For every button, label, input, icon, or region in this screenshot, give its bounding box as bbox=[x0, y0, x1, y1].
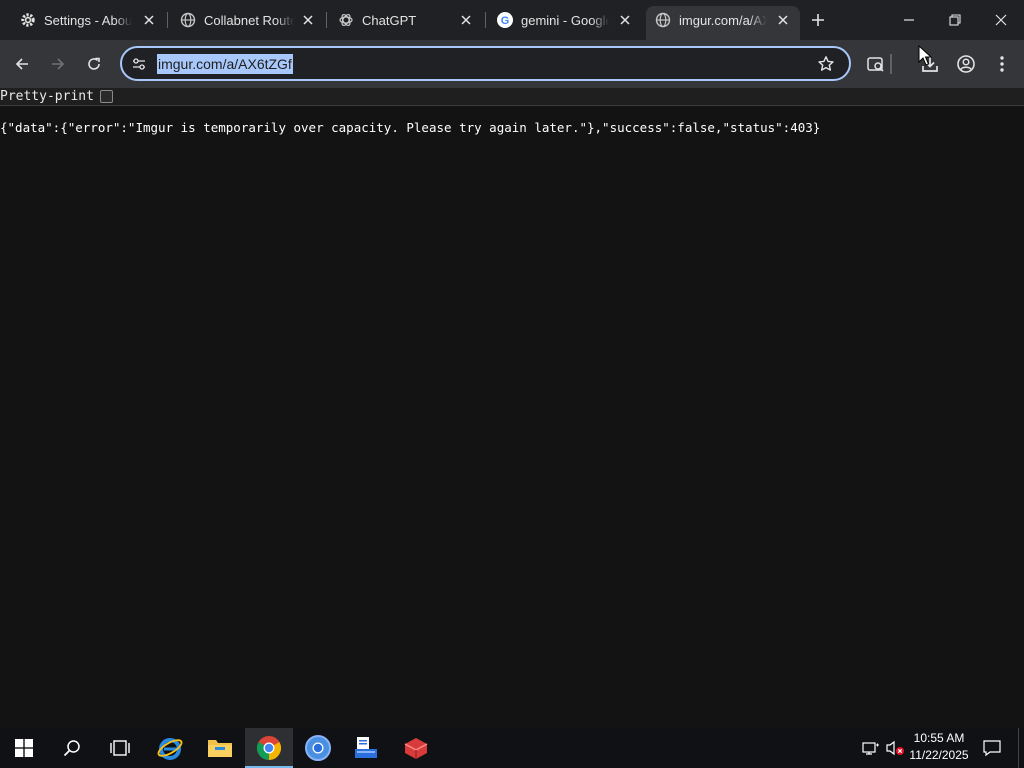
pretty-print-label: Pretty-print bbox=[0, 88, 94, 104]
mouse-cursor-icon bbox=[918, 45, 932, 66]
close-icon[interactable] bbox=[300, 12, 316, 28]
gear-icon bbox=[20, 12, 36, 28]
url-text[interactable]: imgur.com/a/AX6tZGf bbox=[157, 54, 293, 74]
reload-icon bbox=[88, 57, 100, 70]
close-icon[interactable] bbox=[458, 12, 474, 28]
close-icon[interactable] bbox=[617, 12, 633, 28]
notification-icon bbox=[983, 740, 1001, 757]
red-app-icon bbox=[404, 738, 428, 759]
browser-toolbar: imgur.com/a/AX6tZGf bbox=[0, 40, 1024, 88]
restore-icon bbox=[949, 14, 961, 26]
tab-title: gemini - Google bbox=[521, 13, 609, 28]
internet-explorer-icon bbox=[157, 738, 183, 760]
start-button[interactable] bbox=[0, 728, 48, 768]
tab-imgur[interactable]: imgur.com/a/AX6 bbox=[646, 6, 800, 40]
chrome-taskbar-item[interactable] bbox=[245, 728, 293, 768]
close-icon[interactable] bbox=[141, 12, 157, 28]
close-window-button[interactable] bbox=[978, 0, 1024, 40]
document-app-icon bbox=[355, 737, 377, 758]
close-icon[interactable] bbox=[775, 12, 791, 28]
new-tab-button[interactable] bbox=[808, 10, 828, 30]
tab-chatgpt[interactable]: ChatGPT bbox=[318, 0, 484, 40]
task-view-icon bbox=[110, 740, 130, 756]
tab-settings[interactable]: Settings - About bbox=[0, 0, 166, 40]
arrow-right-icon bbox=[52, 58, 65, 70]
close-icon bbox=[995, 14, 1007, 26]
address-bar[interactable]: imgur.com/a/AX6tZGf bbox=[120, 46, 851, 81]
tab-title: imgur.com/a/AX6 bbox=[679, 13, 767, 28]
action-center-button[interactable] bbox=[978, 728, 1006, 768]
system-clock[interactable]: 10:55 AM 11/22/2025 bbox=[902, 730, 976, 766]
search-button[interactable] bbox=[48, 728, 96, 768]
json-response-text: {"data":{"error":"Imgur is temporarily o… bbox=[0, 120, 821, 135]
internet-explorer-taskbar-item[interactable] bbox=[146, 728, 194, 768]
windows-taskbar: 10:55 AM 11/22/2025 bbox=[0, 728, 1024, 768]
tab-title: Collabnet Router bbox=[204, 13, 294, 28]
tab-gemini-google[interactable]: G gemini - Google bbox=[477, 0, 643, 40]
lens-search-icon bbox=[867, 57, 884, 72]
tab-collabnet-router[interactable]: Collabnet Router bbox=[160, 0, 326, 40]
chromium-icon bbox=[305, 735, 331, 761]
task-view-button[interactable] bbox=[96, 728, 144, 768]
folder-icon bbox=[208, 740, 232, 757]
google-icon: G bbox=[497, 12, 513, 28]
account-icon bbox=[957, 55, 975, 73]
minimize-icon bbox=[904, 19, 914, 21]
reload-button[interactable] bbox=[82, 52, 106, 76]
toolbar-divider bbox=[890, 54, 892, 74]
tab-strip: Settings - About Collabnet Router ChatGP… bbox=[0, 0, 1024, 40]
tab-title: Settings - About bbox=[44, 13, 132, 28]
minimize-button[interactable] bbox=[886, 0, 932, 40]
more-vert-icon bbox=[1000, 56, 1004, 72]
chromium-taskbar-item[interactable] bbox=[294, 728, 342, 768]
clock-date: 11/22/2025 bbox=[909, 748, 969, 762]
arrow-left-icon bbox=[15, 58, 28, 70]
svg-text:G: G bbox=[501, 15, 510, 27]
network-tray-icon[interactable] bbox=[860, 728, 882, 768]
chrome-icon bbox=[256, 736, 282, 760]
plus-icon bbox=[812, 14, 824, 26]
globe-icon bbox=[655, 12, 671, 28]
chatgpt-icon bbox=[338, 12, 354, 28]
red-app-taskbar-item[interactable] bbox=[392, 728, 440, 768]
pretty-print-checkbox[interactable] bbox=[99, 90, 113, 103]
bookmark-star-icon[interactable] bbox=[817, 55, 835, 73]
site-settings-icon[interactable] bbox=[130, 55, 148, 73]
clock-time: 10:55 AM bbox=[913, 731, 965, 745]
profile-button[interactable] bbox=[954, 52, 978, 76]
show-desktop-button[interactable] bbox=[1018, 728, 1024, 768]
page-content: Pretty-print {"data":{"error":"Imgur is … bbox=[0, 88, 1024, 728]
pretty-print-bar: Pretty-print bbox=[0, 88, 1024, 106]
menu-button[interactable] bbox=[990, 52, 1014, 76]
forward-button[interactable] bbox=[46, 52, 70, 76]
windows-logo-icon bbox=[15, 739, 33, 757]
back-button[interactable] bbox=[10, 52, 34, 76]
google-lens-button[interactable] bbox=[864, 52, 888, 76]
restore-button[interactable] bbox=[932, 0, 978, 40]
tab-title: ChatGPT bbox=[362, 13, 417, 28]
file-explorer-taskbar-item[interactable] bbox=[196, 728, 244, 768]
document-app-taskbar-item[interactable] bbox=[342, 728, 390, 768]
search-icon bbox=[63, 740, 80, 757]
globe-icon bbox=[180, 12, 196, 28]
ethernet-icon bbox=[862, 742, 879, 755]
